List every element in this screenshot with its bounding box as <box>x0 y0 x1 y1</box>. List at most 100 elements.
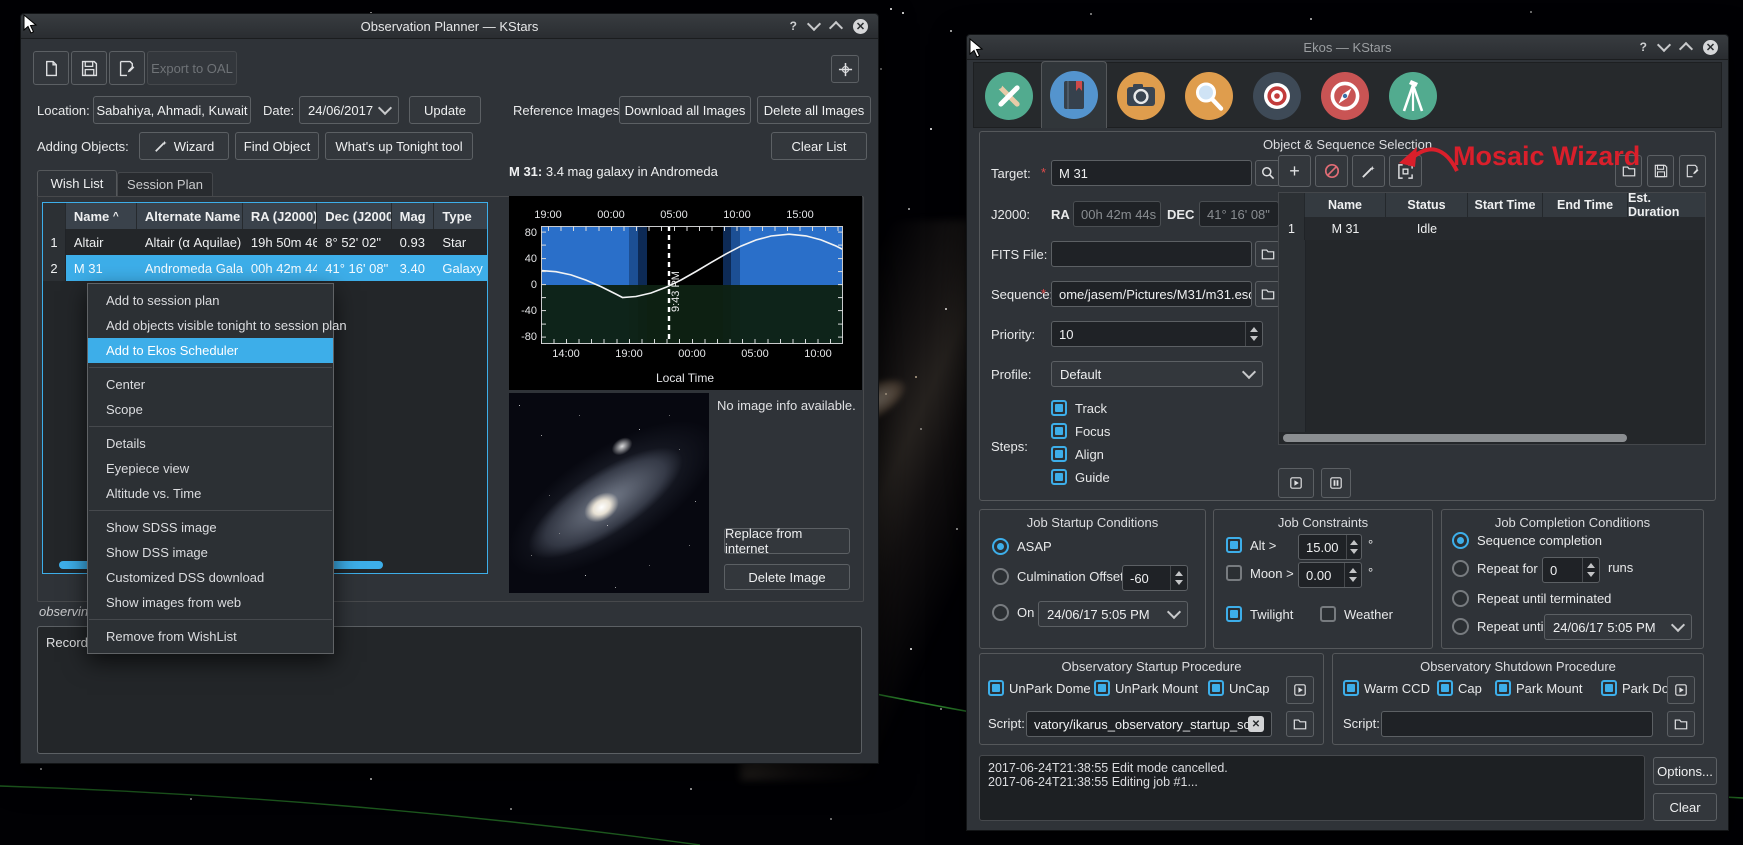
uncap-option[interactable]: UnCap <box>1208 680 1269 696</box>
queue-row[interactable]: 1 M 31 Idle <box>1279 217 1705 240</box>
save-list-button[interactable] <box>71 51 107 85</box>
menu-item-customized-dss[interactable]: Customized DSS download <box>88 565 333 590</box>
new-list-button[interactable] <box>33 51 69 85</box>
tab-mount[interactable] <box>1381 65 1445 127</box>
ra-value-field[interactable]: 00h 42m 44s <box>1073 201 1161 227</box>
menu-item-scope[interactable]: Scope <box>88 397 333 422</box>
remove-job-button[interactable] <box>1315 155 1348 187</box>
unpark-dome-option[interactable]: UnPark Dome <box>988 680 1091 696</box>
tab-session-plan[interactable]: Session Plan <box>117 172 213 196</box>
moon-spinbox[interactable]: 0.00 <box>1298 562 1362 588</box>
twilight-constraint[interactable]: Twilight <box>1226 606 1293 622</box>
cap-checkbox[interactable] <box>1437 680 1453 696</box>
spin-arrows[interactable] <box>1245 322 1262 346</box>
export-oal-button[interactable]: Export to OAL <box>147 51 237 85</box>
replace-from-internet-button[interactable]: Replace from internet <box>724 528 850 554</box>
spin-arrows[interactable] <box>1170 566 1187 590</box>
menu-item-center[interactable]: Center <box>88 372 333 397</box>
delete-image-button[interactable]: Delete Image <box>724 564 850 590</box>
unpark-dome-checkbox[interactable] <box>988 680 1004 696</box>
alt-checkbox[interactable] <box>1226 537 1242 553</box>
shutdown-script-browse-button[interactable] <box>1667 711 1695 737</box>
startup-datetime-combobox[interactable]: 24/06/17 5:05 PM <box>1038 601 1188 627</box>
table-row-selected[interactable]: 2 M 31 Andromeda Galaxy 00h 42m 44s 41° … <box>43 255 487 281</box>
fits-file-input[interactable] <box>1051 241 1252 267</box>
culmination-radio[interactable] <box>992 568 1009 585</box>
shutdown-script-input[interactable] <box>1381 711 1653 737</box>
menu-item-show-images-web[interactable]: Show images from web <box>88 590 333 615</box>
align-checkbox[interactable] <box>1051 446 1067 462</box>
alt-spinbox[interactable]: 15.00 <box>1298 534 1362 560</box>
profile-combobox[interactable]: Default <box>1051 361 1263 387</box>
step-focus[interactable]: Focus <box>1051 423 1110 439</box>
repeat-until-terminated-option[interactable]: Repeat until terminated <box>1452 590 1611 607</box>
menu-item-altitude-vs-time[interactable]: Altitude vs. Time <box>88 481 333 506</box>
target-input[interactable]: M 31 <box>1051 160 1252 186</box>
startup-script-browse-button[interactable] <box>1286 711 1314 737</box>
column-header-type[interactable]: Type <box>434 203 487 229</box>
edit-job-button[interactable] <box>1352 155 1385 187</box>
table-row[interactable]: 1 Altair Altair (α Aquilae) 19h 50m 46s … <box>43 229 487 255</box>
column-header-dec[interactable]: Dec (J2000) <box>317 203 391 229</box>
whats-up-tonight-button[interactable]: What's up Tonight tool <box>325 132 473 160</box>
pause-scheduler-button[interactable] <box>1321 468 1351 498</box>
delete-all-images-button[interactable]: Delete all Images <box>757 96 871 124</box>
focus-checkbox[interactable] <box>1051 423 1067 439</box>
unpark-mount-option[interactable]: UnPark Mount <box>1094 680 1198 696</box>
tab-guide[interactable] <box>1313 65 1377 127</box>
minimize-button[interactable] <box>807 17 821 31</box>
minimize-button[interactable] <box>1657 38 1671 52</box>
step-align[interactable]: Align <box>1051 446 1104 462</box>
queue-header-end[interactable]: End Time <box>1543 193 1628 217</box>
sequence-file-input[interactable]: ome/jasem/Pictures/M31/m31.esq <box>1051 281 1252 307</box>
repeat-runs-spinbox[interactable]: 0 <box>1542 557 1600 583</box>
tab-focus[interactable] <box>1177 65 1241 127</box>
park-mount-checkbox[interactable] <box>1495 680 1511 696</box>
asap-option[interactable]: ASAP <box>992 538 1052 555</box>
save-queue-button[interactable] <box>1647 155 1674 187</box>
queue-header-status[interactable]: Status <box>1386 193 1468 217</box>
moon-checkbox[interactable] <box>1226 565 1242 581</box>
queue-header-name[interactable]: Name <box>1305 193 1386 217</box>
culmination-offset-spinbox[interactable]: -60 <box>1122 565 1188 591</box>
dec-value-field[interactable]: 41° 16' 08" <box>1199 201 1279 227</box>
track-checkbox[interactable] <box>1051 400 1067 416</box>
on-date-option[interactable]: On <box>992 604 1034 621</box>
tab-capture[interactable] <box>1109 65 1173 127</box>
tab-scheduler-active[interactable] <box>1041 61 1107 128</box>
alt-constraint[interactable]: Alt > <box>1226 537 1276 553</box>
scheduler-queue-table[interactable]: Name Status Start Time End Time Est. Dur… <box>1278 192 1706 445</box>
add-job-button[interactable]: + <box>1278 155 1311 187</box>
clear-text-icon[interactable]: ✕ <box>1248 716 1264 732</box>
priority-spinbox[interactable]: 10 <box>1051 321 1263 347</box>
close-button[interactable]: ✕ <box>1703 40 1718 55</box>
repeat-until-radio[interactable] <box>1452 618 1469 635</box>
close-button[interactable]: ✕ <box>853 19 868 34</box>
repeat-for-radio[interactable] <box>1452 560 1469 577</box>
until-terminated-radio[interactable] <box>1452 590 1469 607</box>
download-all-images-button[interactable]: Download all Images <box>619 96 751 124</box>
startup-script-input[interactable]: vatory/ikarus_observatory_startup_script… <box>1026 711 1272 737</box>
run-shutdown-button[interactable] <box>1667 676 1695 704</box>
run-startup-button[interactable] <box>1286 676 1314 704</box>
queue-horizontal-scrollbar[interactable] <box>1283 434 1627 442</box>
ekos-titlebar[interactable]: Ekos — KStars ? ✕ <box>967 35 1728 60</box>
park-mount-option[interactable]: Park Mount <box>1495 680 1582 696</box>
menu-item-details[interactable]: Details <box>88 431 333 456</box>
menu-item-add-to-ekos-scheduler[interactable]: Add to Ekos Scheduler <box>88 338 333 363</box>
tab-setup[interactable] <box>977 65 1041 127</box>
spin-down-icon[interactable] <box>1250 336 1258 341</box>
clear-log-button[interactable]: Clear <box>1653 793 1717 821</box>
menu-item-remove-from-wishlist[interactable]: Remove from WishList <box>88 624 333 649</box>
maximize-button[interactable] <box>829 21 843 35</box>
cap-option[interactable]: Cap <box>1437 680 1482 696</box>
find-object-button[interactable]: Find Object <box>235 132 319 160</box>
maximize-button[interactable] <box>1679 42 1693 56</box>
sequence-completion-option[interactable]: Sequence completion <box>1452 532 1602 549</box>
completion-datetime-combobox[interactable]: 24/06/17 5:05 PM <box>1544 614 1692 640</box>
start-scheduler-button[interactable] <box>1278 468 1314 498</box>
menu-item-show-sdss[interactable]: Show SDSS image <box>88 515 333 540</box>
sequence-browse-button[interactable] <box>1255 281 1280 307</box>
park-dome-checkbox[interactable] <box>1601 680 1617 696</box>
uncap-checkbox[interactable] <box>1208 680 1224 696</box>
